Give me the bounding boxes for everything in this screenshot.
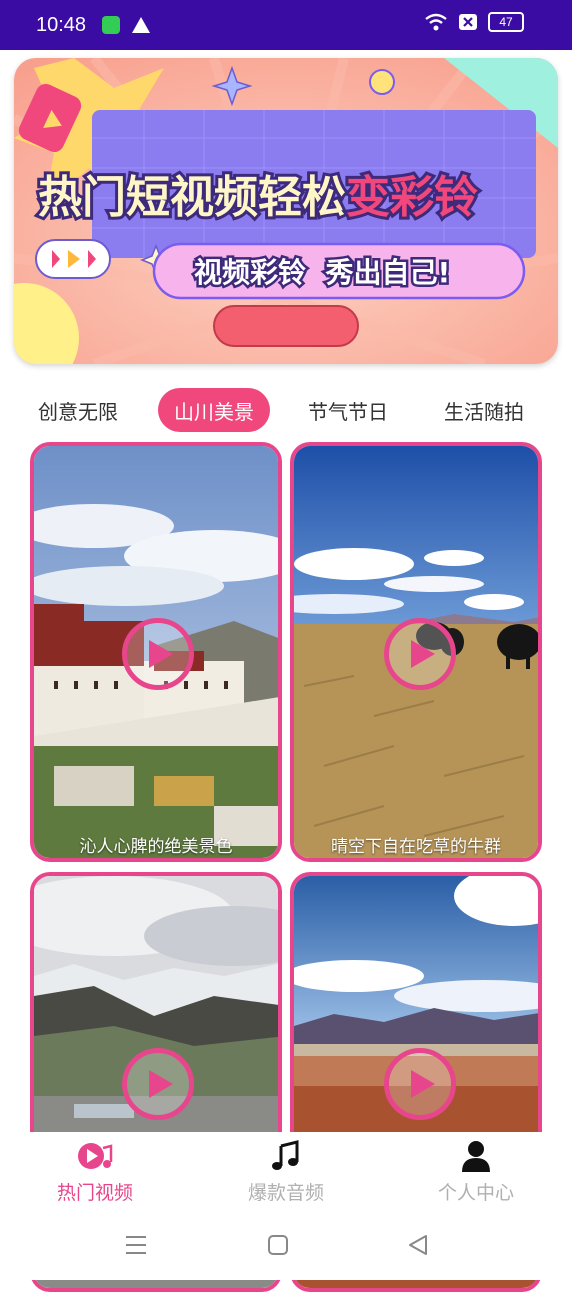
system-navigation-bar [0,1212,572,1280]
promo-banner[interactable]: 热门短视频轻松变彩铃 视频彩铃 秀出自己! [14,58,558,364]
video-caption: 晴空下自在吃草的牛群 [331,837,501,857]
status-bar: 10:48 47 [0,0,572,50]
video-card[interactable]: 沁人心脾的绝美景色 [30,442,282,862]
tab-creative[interactable]: 创意无限 [22,388,134,432]
warning-icon [132,17,151,33]
video-card[interactable]: 晴空下自在吃草的牛群 [290,442,542,862]
banner-headline: 热门短视频轻松变彩铃 [38,172,478,223]
nav-hot-videos[interactable]: 热门视频 [35,1140,155,1205]
back-icon[interactable] [406,1234,430,1256]
tab-landscape[interactable]: 山川美景 [158,388,270,432]
category-tabs: 创意无限 山川美景 节气节日 生活随拍 [0,388,572,432]
nav-profile[interactable]: 个人中心 [416,1140,536,1205]
app-notification-icon [102,16,121,34]
nav-label: 热门视频 [56,1182,133,1204]
person-icon [462,1141,490,1172]
video-caption: 沁人心脾的绝美景色 [79,837,233,857]
play-button[interactable] [122,618,194,690]
play-icon [149,1070,173,1098]
bottom-nav: 热门视频 爆款音频 个人中心 [0,1132,572,1212]
play-music-icon [78,1143,113,1169]
wifi-icon [425,13,447,31]
tab-daily-life[interactable]: 生活随拍 [428,388,540,432]
play-button[interactable] [122,1048,194,1120]
play-icon [411,640,435,668]
menu-icon[interactable] [124,1234,148,1256]
no-sim-icon [459,14,477,30]
tab-festivals[interactable]: 节气节日 [292,388,404,432]
play-button[interactable] [384,618,456,690]
nav-audio[interactable]: 爆款音频 [226,1140,346,1205]
home-icon[interactable] [266,1234,290,1256]
nav-label: 爆款音频 [247,1182,324,1204]
nav-label: 个人中心 [437,1182,514,1204]
music-note-icon [272,1140,299,1170]
banner-subtitle: 视频彩铃 秀出自己! [194,256,450,289]
battery-icon: 47 [488,12,524,32]
play-icon [149,640,173,668]
status-time: 10:48 [36,13,87,36]
play-icon [411,1070,435,1098]
play-button[interactable] [384,1048,456,1120]
